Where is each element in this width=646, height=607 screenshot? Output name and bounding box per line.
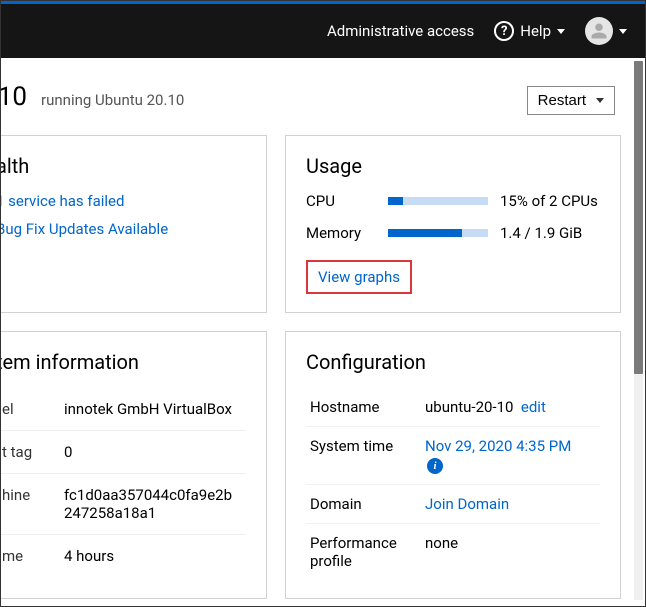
config-row-performance-profile: Performance profile none xyxy=(306,524,600,581)
usage-row-memory: Memory 1.4 / 1.9 GiB xyxy=(306,224,600,242)
usage-memory-label: Memory xyxy=(306,224,376,242)
health-card: alth 1 service has failed Bug Fix Update… xyxy=(1,135,267,313)
usage-row-cpu: CPU 15% of 2 CPUs xyxy=(306,192,600,210)
restart-button[interactable]: Restart xyxy=(527,86,615,115)
sysinfo-row-model: el innotek GmbH VirtualBox xyxy=(1,388,246,431)
page-title-block: ntu-20-10 running Ubuntu 20.10 xyxy=(1,82,184,112)
admin-access-link[interactable]: Administrative access xyxy=(327,22,474,40)
chevron-down-icon xyxy=(596,98,604,103)
sysinfo-asset-key: t tag xyxy=(1,431,58,474)
help-icon: ? xyxy=(494,21,514,41)
restart-label: Restart xyxy=(538,92,586,109)
user-menu[interactable] xyxy=(585,17,627,45)
config-hostname-edit-link[interactable]: edit xyxy=(521,398,546,416)
view-graphs-link[interactable]: View graphs xyxy=(306,260,412,294)
sysinfo-machine-key: hine xyxy=(1,474,58,535)
config-perf-value: none xyxy=(421,524,600,581)
scrollbar-thumb[interactable] xyxy=(634,61,643,374)
sysinfo-model-key: el xyxy=(1,388,58,431)
usage-memory-value: 1.4 / 1.9 GiB xyxy=(500,224,600,242)
page-subtitle: running Ubuntu 20.10 xyxy=(41,91,184,109)
chevron-down-icon xyxy=(557,29,565,34)
chevron-down-icon xyxy=(619,29,627,34)
sysinfo-model-value: innotek GmbH VirtualBox xyxy=(58,388,246,431)
config-systime-link[interactable]: Nov 29, 2020 4:35 PM xyxy=(425,437,571,455)
sysinfo-uptime-key: me xyxy=(1,535,58,578)
config-systime-label: System time xyxy=(306,427,421,485)
usage-card: Usage CPU 15% of 2 CPUs Memory 1.4 / 1.9… xyxy=(285,135,621,313)
config-domain-label: Domain xyxy=(306,485,421,524)
usage-cpu-value: 15% of 2 CPUs xyxy=(500,192,600,210)
usage-cpu-bar xyxy=(388,197,488,205)
health-title: alth xyxy=(1,154,246,178)
usage-title: Usage xyxy=(306,154,600,178)
help-menu[interactable]: ? Help xyxy=(494,21,565,41)
config-row-system-time: System time Nov 29, 2020 4:35 PM i xyxy=(306,427,600,485)
config-hostname-label: Hostname xyxy=(306,388,421,427)
avatar-icon xyxy=(585,17,613,45)
top-navigation: Administrative access ? Help xyxy=(1,4,645,58)
admin-access-label: Administrative access xyxy=(327,22,474,40)
config-perf-label: Performance profile xyxy=(306,524,421,581)
sysinfo-uptime-value: 4 hours xyxy=(58,535,246,578)
config-join-domain-link[interactable]: Join Domain xyxy=(425,495,509,513)
health-service-failed-link[interactable]: 1 service has failed xyxy=(1,192,124,210)
info-icon[interactable]: i xyxy=(427,458,443,474)
sysinfo-row-asset-tag: t tag 0 xyxy=(1,431,246,474)
help-label: Help xyxy=(520,22,551,40)
sysinfo-row-uptime: me 4 hours xyxy=(1,535,246,578)
page-hostname: ntu-20-10 xyxy=(1,82,27,112)
usage-cpu-label: CPU xyxy=(306,192,376,210)
config-row-domain: Domain Join Domain xyxy=(306,485,600,524)
sysinfo-machine-value: fc1d0aa357044c0fa9e2b247258a18a1 xyxy=(58,474,246,535)
sysinfo-row-machine-id: hine fc1d0aa357044c0fa9e2b247258a18a1 xyxy=(1,474,246,535)
configuration-card: Configuration Hostname ubuntu-20-10 edit… xyxy=(285,331,621,599)
health-updates-link[interactable]: Bug Fix Updates Available xyxy=(1,220,168,238)
sysinfo-asset-value: 0 xyxy=(58,431,246,474)
config-hostname-value: ubuntu-20-10 xyxy=(425,398,513,416)
usage-memory-bar xyxy=(388,229,488,237)
system-info-title: tem information xyxy=(1,350,246,374)
config-row-hostname: Hostname ubuntu-20-10 edit xyxy=(306,388,600,427)
system-info-card: tem information el innotek GmbH VirtualB… xyxy=(1,331,267,599)
configuration-title: Configuration xyxy=(306,350,600,374)
scrollbar[interactable] xyxy=(634,61,643,600)
